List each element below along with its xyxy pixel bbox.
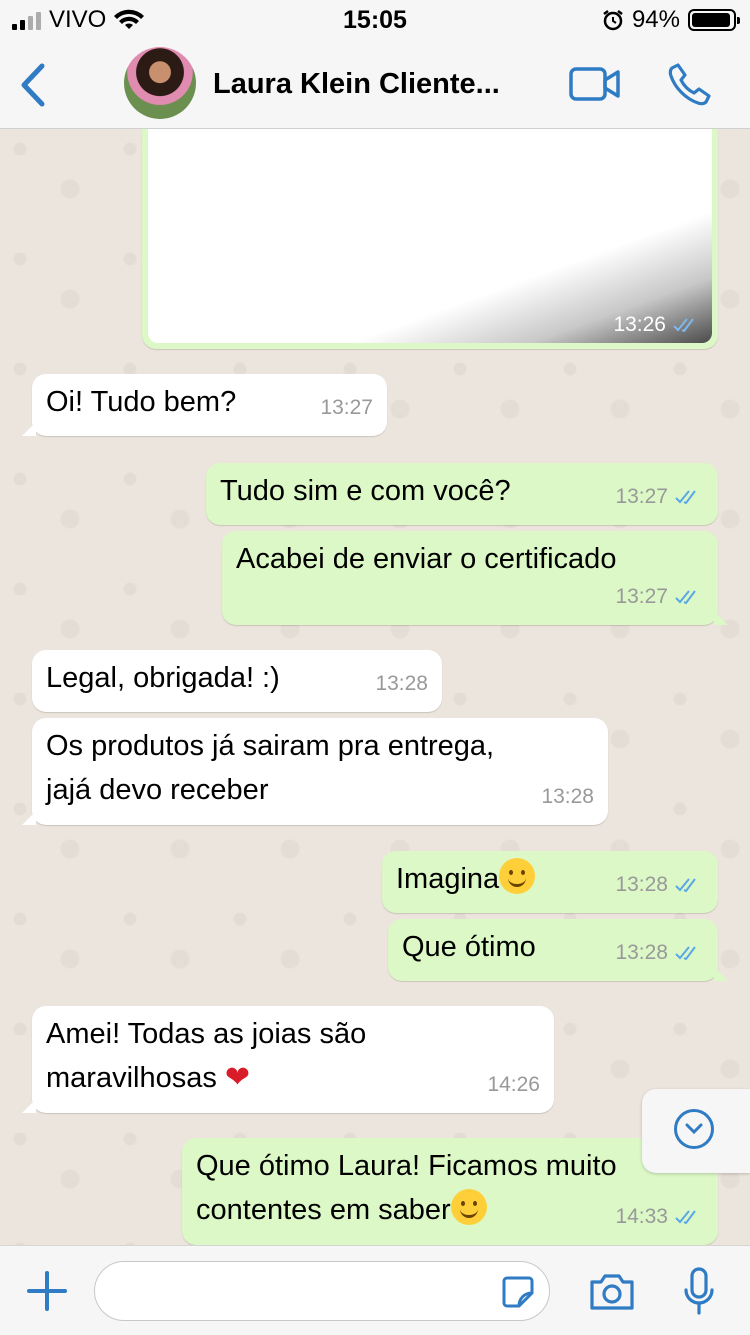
message-text: Oi! Tudo bem? xyxy=(46,386,237,418)
input-bar xyxy=(0,1245,750,1335)
message-incoming[interactable]: Os produtos já sairam pra entrega, jajá d… xyxy=(22,718,608,825)
plus-icon[interactable] xyxy=(26,1270,68,1312)
read-ticks-icon xyxy=(673,318,694,333)
message-time: 13:28 xyxy=(541,785,594,808)
smiling-emoji-icon xyxy=(499,858,536,894)
chat-header: Laura Klein Cliente... xyxy=(0,40,750,129)
read-ticks-icon xyxy=(675,490,696,505)
message-text: Que ótimo xyxy=(402,931,536,963)
message-text: Imagina xyxy=(396,857,536,901)
microphone-icon[interactable] xyxy=(682,1266,716,1318)
chevron-down-icon xyxy=(674,1109,714,1149)
message-text: Tudo sim e com você? xyxy=(220,475,511,507)
heart-emoji-icon: ❤ xyxy=(224,1061,251,1094)
message-text: Que ótimo Laura! Ficamos muito contentes … xyxy=(196,1150,617,1226)
status-bar: VIVO 15:05 94% xyxy=(0,0,750,40)
chat-area[interactable]: 13:26 Oi! Tudo bem? 13:27 Tudo sim e com… xyxy=(0,129,750,1245)
scroll-to-bottom-button[interactable] xyxy=(642,1089,750,1173)
message-time: 13:28 xyxy=(375,672,428,695)
message-time: 13:27 xyxy=(320,396,373,419)
message-meta: 14:33 xyxy=(615,1195,704,1239)
video-camera-icon[interactable] xyxy=(568,66,622,102)
message-time: 13:26 xyxy=(613,313,666,336)
read-ticks-icon xyxy=(675,878,696,893)
avatar[interactable] xyxy=(124,47,196,119)
message-input[interactable] xyxy=(94,1261,550,1321)
image-message[interactable]: 13:26 xyxy=(142,129,718,349)
message-incoming[interactable]: Legal, obrigada! :) 13:28 xyxy=(32,650,442,712)
message-time: 13:28 xyxy=(615,873,668,896)
alarm-icon xyxy=(603,10,623,31)
chevron-left-icon[interactable] xyxy=(14,60,54,110)
message-meta: 13:28 xyxy=(615,931,704,975)
message-outgoing[interactable]: Imagina 13:28 xyxy=(382,851,718,913)
message-image[interactable] xyxy=(148,129,712,343)
message-time: 13:28 xyxy=(615,941,668,964)
camera-icon[interactable] xyxy=(588,1272,636,1312)
read-ticks-icon xyxy=(675,590,696,605)
message-outgoing[interactable]: Acabei de enviar o certificado 13:27 xyxy=(222,531,728,625)
message-time: 13:27 xyxy=(615,585,668,608)
message-outgoing[interactable]: Tudo sim e com você? 13:27 xyxy=(206,463,718,525)
battery-percent: 94% xyxy=(631,6,680,33)
contact-name[interactable]: Laura Klein Cliente... xyxy=(213,68,533,101)
message-incoming[interactable]: Amei! Todas as joias são maravilhosas ❤ 1… xyxy=(22,1006,554,1113)
message-outgoing[interactable]: Que ótimo Laura! Ficamos muito contentes … xyxy=(182,1138,718,1245)
message-time: 14:33 xyxy=(615,1205,668,1228)
message-incoming[interactable]: Oi! Tudo bem? 13:27 xyxy=(22,374,387,436)
message-text: Acabei de enviar o certificado xyxy=(236,543,617,575)
message-meta: 13:27 xyxy=(615,575,704,619)
smiling-emoji-icon xyxy=(450,1189,487,1225)
message-time: 13:27 xyxy=(615,485,668,508)
message-meta: 13:27 xyxy=(615,475,704,519)
message-text: Os produtos já sairam pra entrega, jajá d… xyxy=(46,730,495,806)
message-time: 14:26 xyxy=(487,1073,540,1096)
battery-icon xyxy=(688,9,740,31)
message-meta: 13:28 xyxy=(615,863,704,907)
read-ticks-icon xyxy=(675,946,696,961)
message-text: Amei! Todas as joias são maravilhosas ❤ xyxy=(46,1018,367,1094)
read-ticks-icon xyxy=(675,1210,696,1225)
phone-icon[interactable] xyxy=(668,62,712,106)
message-outgoing[interactable]: Que ótimo 13:28 xyxy=(388,919,728,981)
message-meta: 13:26 xyxy=(613,313,702,337)
message-text: Legal, obrigada! :) xyxy=(46,662,280,694)
sticker-icon[interactable] xyxy=(501,1275,535,1309)
status-right: 94% xyxy=(602,6,740,34)
